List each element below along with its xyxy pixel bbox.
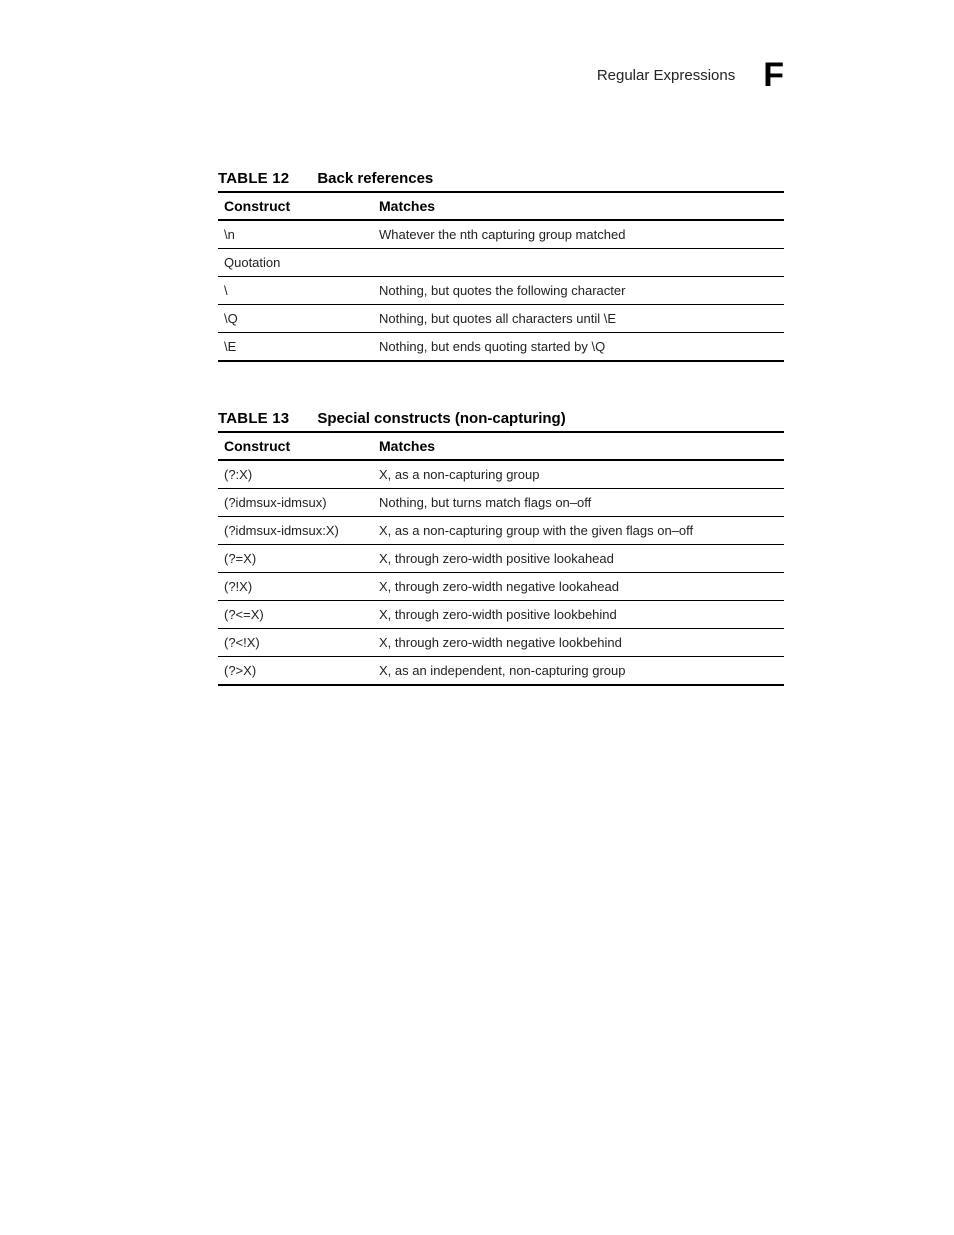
table-row: \Q Nothing, but quotes all characters un…	[218, 305, 784, 333]
cell-matches: Whatever the nth capturing group matched	[373, 220, 784, 249]
cell-matches: Nothing, but quotes the following charac…	[373, 277, 784, 305]
table-back-references: Construct Matches \n Whatever the nth ca…	[218, 191, 784, 362]
cell-matches: X, as a non-capturing group	[373, 460, 784, 489]
table-row: (?idmsux-idmsux) Nothing, but turns matc…	[218, 489, 784, 517]
cell-matches: X, through zero-width negative lookahead	[373, 573, 784, 601]
cell-construct: (?=X)	[218, 545, 373, 573]
cell-matches	[373, 249, 784, 277]
cell-construct: Quotation	[218, 249, 373, 277]
table-special-constructs: Construct Matches (?:X) X, as a non-capt…	[218, 431, 784, 686]
cell-matches: X, through zero-width negative lookbehin…	[373, 629, 784, 657]
cell-matches: X, as a non-capturing group with the giv…	[373, 517, 784, 545]
table-caption: TABLE 13 Special constructs (non-capturi…	[218, 410, 784, 431]
cell-construct: (?<=X)	[218, 601, 373, 629]
cell-construct: \n	[218, 220, 373, 249]
table-row: \E Nothing, but ends quoting started by …	[218, 333, 784, 362]
table-title: Special constructs (non-capturing)	[317, 410, 565, 427]
cell-construct: \Q	[218, 305, 373, 333]
cell-matches: Nothing, but quotes all characters until…	[373, 305, 784, 333]
cell-construct: \	[218, 277, 373, 305]
table-row: (?<!X) X, through zero-width negative lo…	[218, 629, 784, 657]
column-header-matches: Matches	[373, 192, 784, 220]
cell-construct: (?idmsux-idmsux:X)	[218, 517, 373, 545]
table-header-row: Construct Matches	[218, 192, 784, 220]
column-header-matches: Matches	[373, 432, 784, 460]
cell-construct: (?!X)	[218, 573, 373, 601]
cell-matches: X, through zero-width positive lookahead	[373, 545, 784, 573]
table-row: (?<=X) X, through zero-width positive lo…	[218, 601, 784, 629]
table-row: \ Nothing, but quotes the following char…	[218, 277, 784, 305]
table-block-13: TABLE 13 Special constructs (non-capturi…	[218, 410, 784, 686]
table-number: TABLE 13	[218, 410, 289, 427]
cell-construct: (?>X)	[218, 657, 373, 686]
cell-matches: Nothing, but ends quoting started by \Q	[373, 333, 784, 362]
cell-matches: X, through zero-width positive lookbehin…	[373, 601, 784, 629]
cell-construct: (?idmsux-idmsux)	[218, 489, 373, 517]
table-number: TABLE 12	[218, 170, 289, 187]
table-row: Quotation	[218, 249, 784, 277]
table-row: (?!X) X, through zero-width negative loo…	[218, 573, 784, 601]
page-header: Regular Expressions F	[218, 58, 784, 92]
cell-construct: (?:X)	[218, 460, 373, 489]
cell-matches: Nothing, but turns match flags on–off	[373, 489, 784, 517]
table-row: (?>X) X, as an independent, non-capturin…	[218, 657, 784, 686]
table-row: (?idmsux-idmsux:X) X, as a non-capturing…	[218, 517, 784, 545]
column-header-construct: Construct	[218, 192, 373, 220]
table-caption: TABLE 12 Back references	[218, 170, 784, 191]
page-header-title: Regular Expressions	[597, 67, 735, 84]
cell-construct: (?<!X)	[218, 629, 373, 657]
cell-construct: \E	[218, 333, 373, 362]
table-row: (?:X) X, as a non-capturing group	[218, 460, 784, 489]
page-header-section-letter: F	[763, 58, 784, 92]
table-row: \n Whatever the nth capturing group matc…	[218, 220, 784, 249]
table-header-row: Construct Matches	[218, 432, 784, 460]
table-title: Back references	[317, 170, 433, 187]
cell-matches: X, as an independent, non-capturing grou…	[373, 657, 784, 686]
table-block-12: TABLE 12 Back references Construct Match…	[218, 170, 784, 362]
column-header-construct: Construct	[218, 432, 373, 460]
table-row: (?=X) X, through zero-width positive loo…	[218, 545, 784, 573]
